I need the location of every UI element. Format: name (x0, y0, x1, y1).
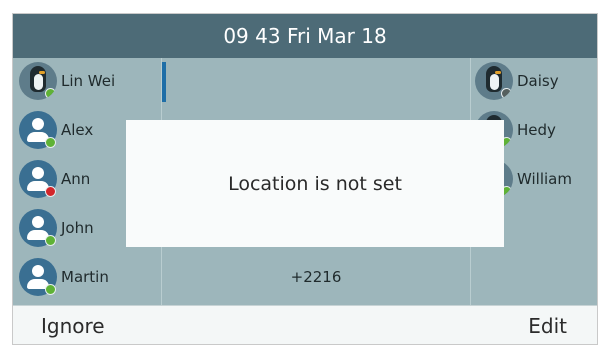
person-avatar-icon (19, 111, 57, 149)
contact-martin[interactable]: Martin (19, 257, 109, 297)
contact-name: Martin (61, 268, 109, 286)
location-dialog: Location is not set (126, 120, 504, 247)
contact-name: Hedy (517, 121, 556, 139)
penguin-avatar-icon (475, 62, 513, 100)
contact-daisy[interactable]: Daisy (475, 61, 559, 101)
person-avatar-icon (19, 209, 57, 247)
online-status-icon (45, 284, 56, 295)
person-avatar-icon (19, 258, 57, 296)
contact-john[interactable]: John (19, 208, 94, 248)
busy-status-icon (45, 186, 56, 197)
datetime-label: 09 43 Fri Mar 18 (223, 24, 387, 48)
offline-status-icon (501, 88, 512, 99)
edit-softkey[interactable]: Edit (528, 306, 567, 344)
contacts-area: Lin Wei Alex Ann John Martin +2216 Daisy… (13, 58, 597, 305)
dialed-number: +2216 (290, 268, 342, 286)
softkey-bar: Ignore Edit (13, 305, 597, 344)
online-status-icon (45, 235, 56, 246)
contact-name: John (61, 219, 94, 237)
text-cursor (162, 62, 166, 102)
online-status-icon (45, 88, 56, 99)
contact-alex[interactable]: Alex (19, 110, 93, 150)
dialog-message: Location is not set (228, 172, 402, 195)
contact-name: Lin Wei (61, 72, 116, 90)
online-status-icon (45, 137, 56, 148)
contact-name: Alex (61, 121, 94, 139)
status-bar: 09 43 Fri Mar 18 (13, 14, 597, 58)
phone-screen: 09 43 Fri Mar 18 Lin Wei Alex Ann John M… (12, 13, 598, 345)
contact-ann[interactable]: Ann (19, 159, 90, 199)
contact-name: Ann (61, 170, 91, 188)
penguin-avatar-icon (19, 62, 57, 100)
person-avatar-icon (19, 160, 57, 198)
ignore-softkey[interactable]: Ignore (41, 306, 105, 344)
contact-name: William (517, 170, 572, 188)
contact-lin-wei[interactable]: Lin Wei (19, 61, 115, 101)
contact-name: Daisy (517, 72, 559, 90)
